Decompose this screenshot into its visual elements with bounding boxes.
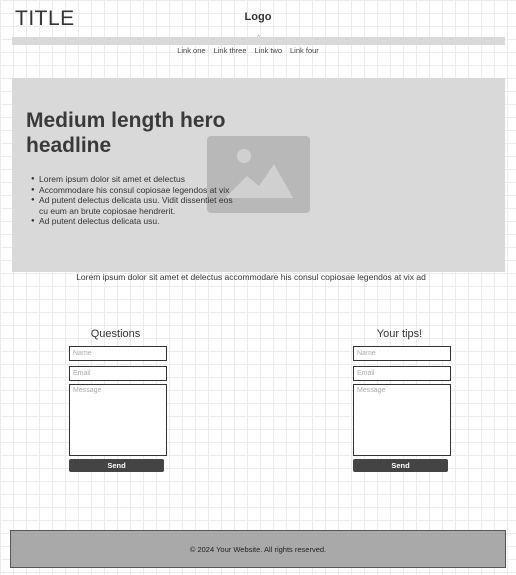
list-item: Ad putent delectus delicata usu. — [26, 216, 241, 227]
nav-link-one[interactable]: Link one — [173, 46, 209, 55]
hero-section: Medium length hero headline Lorem ipsum … — [12, 78, 505, 272]
footer: © 2024 Your Website. All rights reserved… — [10, 530, 506, 568]
footer-copyright: © 2024 Your Website. All rights reserved… — [189, 545, 327, 554]
tips-form-title: Your tips! — [376, 328, 423, 340]
tips-email-field[interactable]: Email — [353, 366, 451, 381]
tips-name-field[interactable]: Name — [353, 346, 451, 361]
nav-links: Link one Link three Link two Link four — [0, 46, 496, 55]
tips-message-field[interactable]: Message — [353, 384, 451, 456]
list-item: Ad putent delectus delicata usu. Vidit d… — [26, 195, 241, 216]
list-item: Accommodare his consul copiosae legendos… — [26, 185, 241, 196]
nav-bar: ^ — [12, 35, 505, 45]
hero-bullet-list: Lorem ipsum dolor sit amet et delectus A… — [26, 174, 241, 227]
intro-text: Lorem ipsum dolor sit amet et delectus a… — [76, 272, 426, 282]
logo[interactable]: Logo — [0, 11, 516, 23]
tips-send-button[interactable]: Send — [353, 459, 448, 472]
questions-message-field[interactable]: Message — [69, 384, 167, 456]
hero-headline: Medium length hero headline — [26, 109, 226, 157]
questions-email-field[interactable]: Email — [69, 366, 167, 381]
caret-icon: ^ — [257, 35, 260, 41]
list-item: Lorem ipsum dolor sit amet et delectus — [26, 174, 241, 185]
questions-form-title: Questions — [90, 328, 141, 340]
questions-name-field[interactable]: Name — [69, 346, 167, 361]
nav-link-three[interactable]: Link three — [210, 46, 251, 55]
nav-link-four[interactable]: Link four — [286, 46, 323, 55]
nav-link-two[interactable]: Link two — [251, 46, 287, 55]
questions-send-button[interactable]: Send — [69, 459, 164, 472]
